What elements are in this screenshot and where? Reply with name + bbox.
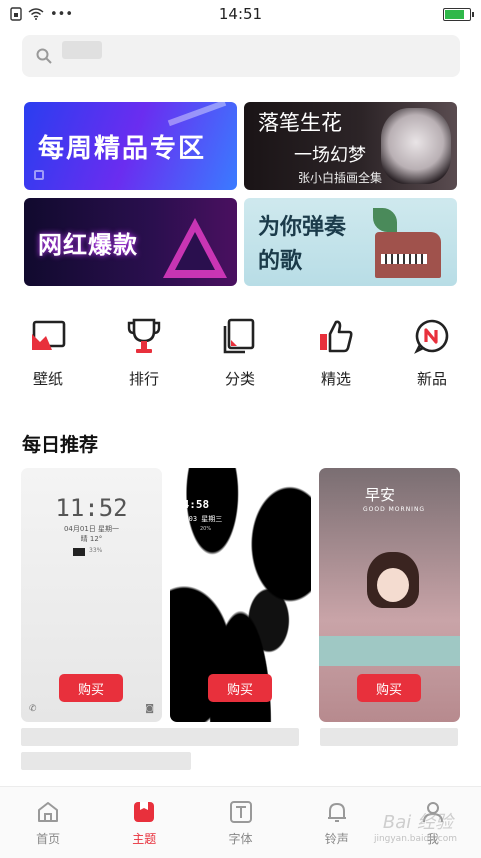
piano-keys: [381, 254, 427, 264]
search-bar[interactable]: [22, 35, 460, 77]
banner-song-line1: 为你弹奏: [258, 215, 347, 240]
category-label: 分类: [224, 370, 255, 388]
buy-button[interactable]: 购买: [208, 674, 272, 702]
preview-greeting: 早安: [365, 486, 396, 504]
leaf-decoration: [373, 208, 397, 232]
banner-song[interactable]: 为你弹奏 的歌: [244, 198, 457, 286]
home-icon: [35, 799, 61, 825]
category-label: 壁纸: [32, 370, 63, 388]
portrait-image: [381, 108, 451, 184]
camera-icon: ◙: [145, 704, 154, 714]
section-title: 每日推荐: [22, 434, 99, 456]
banner-decoration: [167, 102, 227, 127]
banner-weekly[interactable]: 每周精品专区: [24, 102, 237, 190]
banner-illustration-line3: 张小白插画全集: [298, 170, 383, 185]
status-time: 14:51: [218, 5, 263, 23]
watermark-url: jingyan.baidu.com: [373, 834, 457, 844]
card-title-blur: [320, 728, 458, 746]
battery-fill: [445, 9, 465, 19]
thumbs-up-icon: [316, 316, 356, 356]
wallpaper-icon: [28, 316, 68, 356]
card-title-blur: [21, 752, 191, 770]
theme-card[interactable]: 14:58 04/03 星期三 20% 购买: [170, 468, 311, 722]
table-illustration: [319, 636, 460, 666]
tab-home[interactable]: 首页: [0, 787, 96, 858]
neon-triangle-inner: [175, 232, 215, 270]
tab-label: 铃声: [324, 832, 349, 846]
buy-button[interactable]: 购买: [59, 674, 123, 702]
girl-face: [377, 568, 409, 602]
preview-greeting-en: GOOD MORNING: [363, 506, 426, 513]
preview-date: 04/03 星期三: [176, 515, 223, 523]
preview-battery: 20%: [200, 526, 212, 532]
banner-trending[interactable]: 网红爆款: [24, 198, 237, 286]
font-icon: [228, 799, 254, 825]
banner-illustration[interactable]: 落笔生花 一场幻梦 张小白插画全集: [244, 102, 457, 190]
preview-battery-icon: [73, 548, 85, 556]
watermark: Bai 经验: [382, 812, 453, 833]
theme-icon: [131, 799, 157, 825]
category-ranking[interactable]: 排行: [114, 316, 174, 389]
category-icon: [220, 316, 260, 356]
category-featured[interactable]: 精选: [306, 316, 366, 389]
preview-battery: 33%: [89, 547, 103, 554]
tab-theme[interactable]: 主题: [96, 787, 192, 858]
new-badge-icon: [412, 316, 452, 356]
tab-label: 字体: [228, 832, 253, 846]
phone-icon: ✆: [29, 704, 37, 714]
category-label: 排行: [128, 370, 159, 388]
status-bar: ••• 14:51: [0, 0, 481, 28]
preview-weather: 晴 12°: [80, 535, 103, 543]
banner-illustration-line2: 一场幻梦: [294, 144, 366, 166]
category-row: 壁纸 排行 分类 精选 新品: [0, 316, 481, 392]
banner-trending-title: 网红爆款: [38, 230, 138, 259]
category-label: 精选: [320, 370, 351, 388]
trophy-icon: [124, 316, 164, 356]
theme-card[interactable]: 11:52 04月01日 星期一 晴 12° 33% ✆ ◙ 购买: [21, 468, 162, 722]
category-classify[interactable]: 分类: [210, 316, 270, 389]
banner-decoration: [34, 170, 44, 180]
battery-icon: [443, 7, 474, 21]
card-title-blur: [21, 728, 299, 746]
tab-label: 首页: [36, 832, 61, 846]
banner-song-line2: 的歌: [258, 249, 303, 274]
theme-card[interactable]: 早安 GOOD MORNING 购买: [319, 468, 460, 722]
banner-illustration-line1: 落笔生花: [258, 110, 342, 135]
preview-date: 04月01日 星期一: [63, 525, 120, 533]
search-icon: [36, 48, 52, 64]
tab-label: 主题: [132, 832, 157, 846]
category-label: 新品: [416, 370, 447, 388]
preview-time: 14:58: [176, 498, 210, 511]
search-input[interactable]: [62, 35, 442, 77]
bell-icon: [324, 799, 350, 825]
preview-time: 11:52: [55, 494, 128, 522]
buy-button[interactable]: 购买: [357, 674, 421, 702]
banner-weekly-title: 每周精品专区: [38, 133, 207, 164]
tab-ringtone[interactable]: 铃声: [289, 787, 385, 858]
category-wallpaper[interactable]: 壁纸: [18, 316, 78, 389]
tab-font[interactable]: 字体: [192, 787, 288, 858]
category-new[interactable]: 新品: [402, 316, 462, 389]
